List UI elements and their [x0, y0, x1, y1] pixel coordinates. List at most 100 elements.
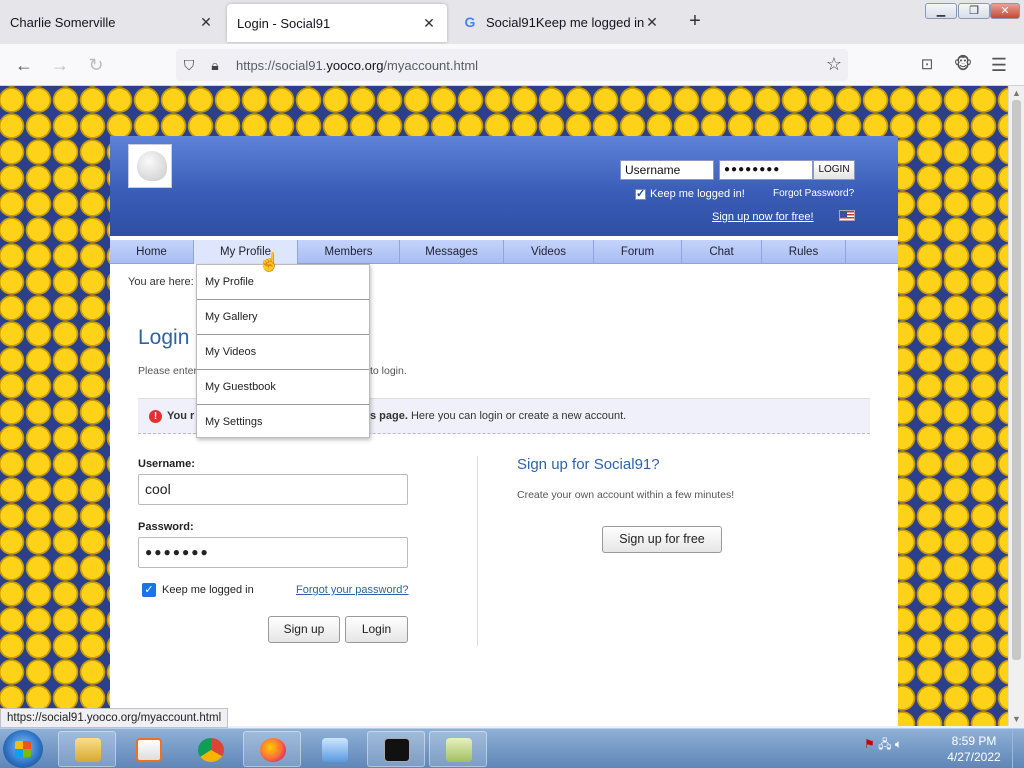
header-keep-logged-in[interactable]: Keep me logged in! [635, 187, 745, 200]
reload-icon[interactable]: ↻ [83, 53, 109, 77]
pocket-icon[interactable]: ⊡ [914, 53, 940, 77]
header-login-button[interactable]: LOGIN [813, 160, 855, 180]
close-icon[interactable]: ✕ [198, 14, 214, 31]
header-username-input[interactable]: Username [620, 160, 714, 180]
clock-date: 4/27/2022 [947, 750, 1001, 764]
login-description-end: to login. [370, 365, 407, 377]
my-profile-dropdown: My Profile My Gallery My Videos My Guest… [196, 264, 370, 438]
new-tab-button[interactable]: + [684, 10, 706, 32]
menu-item-videos[interactable]: Videos [504, 240, 594, 264]
network-icon[interactable]: 🖧︎ [878, 737, 891, 751]
status-url-tooltip: https://social91.yooco.org/myaccount.htm… [0, 708, 229, 728]
header-password-input[interactable]: ●●●●●●●● [719, 160, 813, 180]
clock-time: 8:59 PM [951, 734, 997, 748]
column-divider [477, 456, 478, 646]
bookmark-star-icon[interactable]: ☆ [826, 54, 842, 75]
password-field[interactable]: ●●●●●●● [138, 537, 408, 568]
volume-icon[interactable]: 🔈︎ [895, 737, 902, 751]
checkbox-icon[interactable] [635, 187, 646, 200]
control-panel-taskbar-button[interactable] [305, 731, 363, 767]
menu-item-my-profile[interactable]: My Profile [194, 240, 298, 264]
us-flag-icon[interactable] [839, 210, 855, 221]
dropdown-item-my-videos[interactable]: My Videos [197, 335, 369, 370]
username-field[interactable]: cool [138, 474, 408, 505]
menu-item-chat[interactable]: Chat [682, 240, 762, 264]
forgot-password-link[interactable]: Forgot your password? [296, 584, 409, 596]
site-container: Username ●●●●●●●● LOGIN Keep me logged i… [110, 136, 898, 726]
shield-icon[interactable]: ⛉ [176, 57, 202, 74]
control-panel-icon [322, 738, 348, 762]
tab-charlie-somerville[interactable]: Charlie Somerville ✕ [0, 0, 224, 44]
signup-free-button[interactable]: Sign up for free [602, 526, 722, 553]
login-button[interactable]: Login [345, 616, 408, 643]
username-label: Username: [138, 458, 195, 470]
minimize-button[interactable]: ▁ [925, 3, 957, 19]
keep-logged-in[interactable]: ✓ Keep me logged in [142, 583, 254, 597]
header-forgot-password-link[interactable]: Forgot Password? [773, 188, 854, 199]
password-label: Password: [138, 521, 194, 533]
login-description: Please enter [138, 365, 197, 377]
chrome-icon [198, 738, 224, 762]
page-title: Login [138, 326, 190, 349]
flag-icon[interactable]: ⚑ [864, 737, 875, 751]
breadcrumb: You are here: [128, 276, 194, 288]
menu-item-forum[interactable]: Forum [594, 240, 682, 264]
scroll-down-icon[interactable]: ▼ [1012, 714, 1021, 724]
vertical-scrollbar[interactable]: ▲ ▼ [1008, 86, 1024, 726]
dropdown-item-my-gallery[interactable]: My Gallery [197, 300, 369, 335]
scrollbar-thumb[interactable] [1012, 100, 1021, 660]
tab-bar: Charlie Somerville ✕ Login - Social91 ✕ … [0, 0, 1024, 44]
header-signup-link[interactable]: Sign up now for free! [712, 211, 814, 223]
dropdown-item-my-settings[interactable]: My Settings [197, 405, 369, 440]
close-window-button[interactable]: ✕ [990, 3, 1020, 19]
menu-item-rules[interactable]: Rules [762, 240, 846, 264]
avatar[interactable] [128, 144, 172, 188]
close-icon[interactable]: ✕ [644, 14, 660, 31]
address-bar[interactable]: ⛉ 🔒︎ https://social91.yooco.org/myaccoun… [176, 49, 848, 81]
firefox-icon [260, 738, 286, 762]
clock[interactable]: 8:59 PM 4/27/2022 [940, 733, 1008, 765]
folder-icon [75, 738, 101, 762]
dropdown-item-my-guestbook[interactable]: My Guestbook [197, 370, 369, 405]
signup-heading: Sign up for Social91? [517, 456, 660, 473]
url-text[interactable]: https://social91.yooco.org/myaccount.htm… [236, 58, 478, 73]
extension-icon[interactable]: 🐵︎ [950, 53, 976, 77]
notepad-icon [446, 738, 472, 762]
taskbar: ⚑ 🖧︎ 🔈︎ 8:59 PM 4/27/2022 [0, 728, 1024, 768]
close-icon[interactable]: ✕ [421, 15, 437, 32]
hand-cursor-icon: ☝ [258, 252, 281, 272]
main-menu: Home My Profile Members Messages Videos … [110, 240, 898, 264]
tab-label: Charlie Somerville [10, 14, 116, 30]
tab-login-social91[interactable]: Login - Social91 ✕ [227, 4, 447, 42]
system-tray: ⚑ 🖧︎ 🔈︎ [864, 735, 902, 756]
notice-text-start: You r [167, 410, 195, 422]
notepad-taskbar-button[interactable] [429, 731, 487, 767]
menu-item-members[interactable]: Members [298, 240, 400, 264]
dropdown-item-my-profile[interactable]: My Profile [197, 265, 369, 300]
restore-button[interactable]: ❐ [958, 3, 990, 19]
signup-description: Create your own account within a few min… [517, 489, 735, 501]
signup-button[interactable]: Sign up [268, 616, 340, 643]
site-header: Username ●●●●●●●● LOGIN Keep me logged i… [110, 136, 898, 236]
navigation-toolbar: ← → ↻ ⛉ 🔒︎ https://social91.yooco.org/my… [0, 44, 1024, 86]
forward-icon[interactable]: → [47, 53, 73, 77]
tab-label: Login - Social91 [237, 15, 331, 31]
firefox-taskbar-button[interactable] [243, 731, 301, 767]
cmd-taskbar-button[interactable] [367, 731, 425, 767]
checkbox-checked-icon[interactable]: ✓ [142, 583, 156, 597]
explorer-taskbar-button[interactable] [58, 731, 116, 767]
back-icon[interactable]: ← [11, 53, 37, 77]
media-player-taskbar-button[interactable] [119, 731, 177, 767]
page-viewport: Username ●●●●●●●● LOGIN Keep me logged i… [0, 86, 1008, 726]
header-keep-label: Keep me logged in! [650, 188, 745, 200]
start-button[interactable] [3, 730, 43, 768]
lock-icon[interactable]: 🔒︎ [202, 57, 228, 74]
menu-icon[interactable]: ☰ [986, 53, 1012, 77]
menu-item-messages[interactable]: Messages [400, 240, 504, 264]
scroll-up-icon[interactable]: ▲ [1012, 88, 1021, 98]
chrome-taskbar-button[interactable] [181, 731, 239, 767]
menu-item-home[interactable]: Home [110, 240, 194, 264]
show-desktop-button[interactable] [1012, 729, 1024, 768]
tab-google-search[interactable]: G Social91Keep me logged in! For ✕ [452, 0, 670, 44]
keep-logged-in-label: Keep me logged in [162, 584, 254, 596]
